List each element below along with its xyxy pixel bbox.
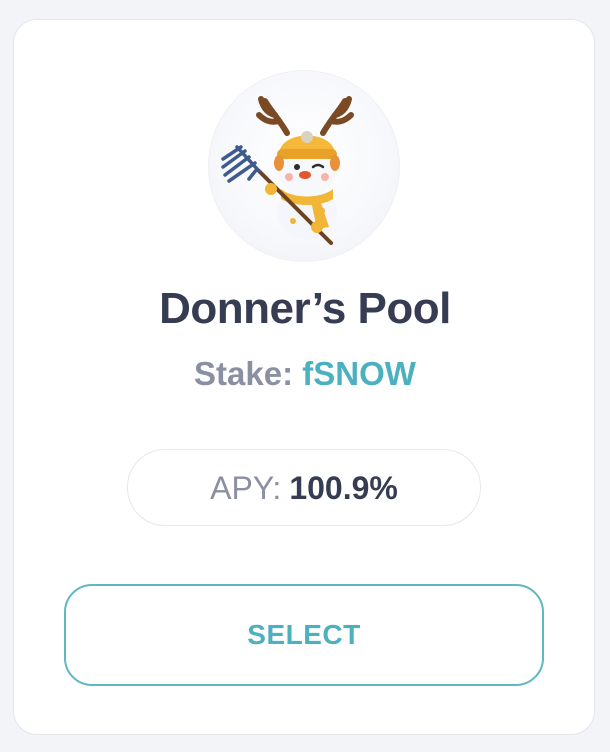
- reindeer-snowman-with-pitchfork-icon: [221, 96, 354, 245]
- stake-token: fSNOW: [302, 355, 416, 392]
- stake-line: Stake: fSNOW: [0, 354, 610, 394]
- pool-title: Donner’s Pool: [159, 284, 451, 333]
- apy-value: 100.9%: [289, 469, 398, 506]
- pool-avatar: [208, 70, 400, 262]
- select-button[interactable]: SELECT: [64, 584, 544, 686]
- apy-badge: APY: 100.9%: [127, 449, 481, 526]
- apy-label: APY:: [210, 469, 282, 506]
- stake-label: Stake:: [194, 355, 294, 392]
